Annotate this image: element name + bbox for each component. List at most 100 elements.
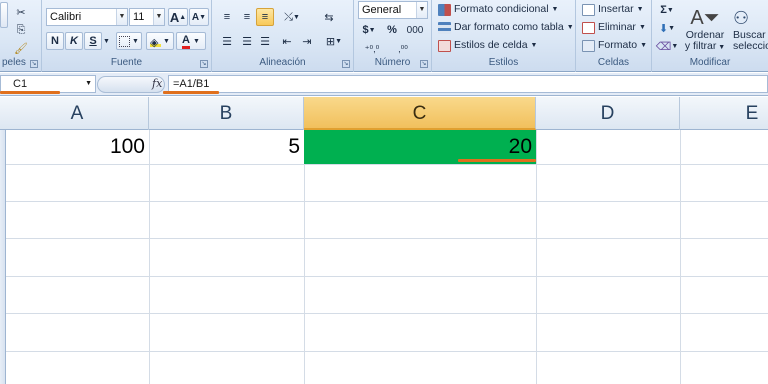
grid-line [6, 276, 768, 277]
underline-button[interactable]: S [84, 32, 102, 50]
align-left-icon[interactable]: ☰ [218, 32, 236, 50]
chevron-down-icon[interactable]: ▼ [102, 32, 111, 50]
column-header-e[interactable]: E [680, 97, 768, 130]
font-launcher-icon[interactable]: ↘ [200, 60, 208, 68]
font-color-icon: A [182, 34, 190, 49]
grid-line [6, 164, 768, 165]
find-select-button[interactable]: ⚇ Buscar seleccio [730, 1, 768, 57]
font-name-value: Calibri [50, 11, 82, 23]
column-header-a[interactable]: A [6, 97, 149, 130]
format-button[interactable]: Formato ▼ [582, 37, 647, 54]
font-group-label: Fuente [110, 57, 143, 68]
column-header-b[interactable]: B [149, 97, 304, 130]
borders-icon [119, 35, 131, 47]
grid-line [149, 130, 150, 384]
align-right-icon[interactable]: ☰ [256, 32, 274, 50]
ribbon: ✂ ⎘ 🖌 peles ↘ Calibri ▼ 11 ▼ A ▲ A ▼ N K S… [0, 0, 768, 72]
conditional-format-label: Formato condicional [454, 3, 549, 15]
column-headers: A B C D E [0, 97, 768, 130]
cut-icon[interactable]: ✂ [14, 3, 28, 21]
format-painter-icon[interactable]: 🖌 [14, 39, 28, 57]
name-box-value: C1 [13, 78, 28, 90]
insert-function-icon[interactable]: fx [152, 77, 162, 90]
cell-styles-button[interactable]: Estilos de celda ▼ [438, 37, 537, 54]
align-center-icon[interactable]: ☰ [238, 32, 256, 50]
number-group: General ▼ $ ▼ % 000 ⁺⁰,⁰ ,⁰⁰ Número ↘ [354, 0, 432, 72]
chevron-down-icon[interactable]: ▼ [153, 9, 164, 25]
autosum-button[interactable]: Σ ▼ [656, 1, 678, 19]
percent-button[interactable]: % [384, 21, 400, 39]
font-name-combo[interactable]: Calibri ▼ [46, 8, 128, 26]
bold-button[interactable]: N [46, 32, 64, 50]
alignment-launcher-icon[interactable]: ↘ [342, 60, 350, 68]
grid-line [6, 313, 768, 314]
paste-button[interactable] [0, 2, 8, 28]
editing-group-label: Modificar [689, 57, 731, 68]
formula-value: =A1/B1 [173, 78, 210, 90]
worksheet-grid[interactable]: 100 5 20 [0, 130, 768, 384]
cell-a1[interactable]: 100 [6, 130, 149, 164]
clear-icon[interactable]: ⌫ ▼ [656, 37, 679, 55]
alignment-group-label: Alineación [259, 57, 306, 68]
number-format-value: General [362, 4, 402, 16]
grid-line [680, 130, 681, 384]
cells-group: Insertar ▼ Eliminar ▼ Formato ▼ Celdas [576, 0, 652, 72]
delete-label: Eliminar [598, 21, 636, 33]
insert-button[interactable]: Insertar ▼ [582, 1, 644, 18]
orientation-icon[interactable]: ⤯ ▼ [278, 8, 306, 26]
grow-font-button[interactable]: A ▲ [168, 8, 188, 26]
grow-font-label: A [169, 9, 180, 25]
table-icon [438, 21, 451, 34]
formula-input[interactable]: =A1/B1 [168, 75, 768, 93]
format-label: Formato [598, 39, 638, 51]
clipboard-launcher-icon[interactable]: ↘ [30, 60, 38, 68]
decrease-indent-icon[interactable]: ⇤ [278, 32, 296, 50]
column-header-d[interactable]: D [536, 97, 680, 130]
chevron-down-icon[interactable]: ▼ [85, 76, 92, 92]
grid-line [536, 130, 537, 384]
chevron-down-icon[interactable]: ▼ [416, 2, 427, 18]
shrink-font-button[interactable]: A ▼ [189, 8, 209, 26]
insert-icon [582, 3, 595, 16]
clipboard-group: ✂ ⎘ 🖌 peles ↘ [0, 0, 42, 72]
cells-group-label: Celdas [597, 57, 630, 68]
currency-button[interactable]: $ ▼ [358, 21, 380, 39]
number-launcher-icon[interactable]: ↘ [420, 60, 428, 68]
insert-label: Insertar [598, 3, 634, 15]
chevron-down-icon[interactable]: ▼ [116, 9, 127, 25]
column-header-c[interactable]: C [304, 97, 536, 130]
styles-group-label: Estilos [488, 57, 519, 68]
merge-center-icon[interactable]: ⊞ ▼ [320, 32, 348, 50]
cell-b1[interactable]: 5 [149, 130, 304, 164]
italic-button[interactable]: K [65, 32, 83, 50]
number-format-combo[interactable]: General ▼ [358, 1, 428, 19]
copy-icon[interactable]: ⎘ [14, 21, 28, 39]
fill-icon[interactable]: ⬇ ▼ [656, 19, 678, 37]
align-top-icon[interactable]: ≡ [218, 8, 236, 26]
align-bottom-icon[interactable]: ≡ [256, 8, 274, 26]
font-size-combo[interactable]: 11 ▼ [129, 8, 165, 26]
annotation-underline-namebox [0, 91, 60, 94]
conditional-format-icon [438, 3, 451, 16]
grid-line [6, 238, 768, 239]
delete-button[interactable]: Eliminar ▼ [582, 19, 646, 36]
sort-filter-button[interactable]: A⏷ Ordenar y filtrar ▼ [682, 1, 728, 57]
annotation-underline-formula [163, 91, 219, 94]
sigma-icon: Σ [660, 4, 667, 16]
cell-styles-label: Estilos de celda [454, 39, 528, 51]
thousands-button[interactable]: 000 [404, 21, 426, 39]
borders-button[interactable]: ▼ [116, 32, 142, 50]
annotation-underline-result [458, 159, 536, 162]
format-as-table-button[interactable]: Dar formato como tabla ▼ [438, 19, 574, 36]
formula-bar: C1 ▼ fx =A1/B1 [0, 73, 768, 96]
binoculars-icon: ⚇ [733, 8, 750, 28]
font-color-button[interactable]: A ▼ [176, 32, 206, 50]
wrap-text-icon[interactable]: ⇆ [320, 8, 338, 26]
fill-color-button[interactable]: ◈ ▼ [146, 32, 174, 50]
grid-line [6, 201, 768, 202]
align-middle-icon[interactable]: ≡ [238, 8, 256, 26]
find-label-line2: seleccio [733, 40, 768, 52]
styles-group: Formato condicional ▼ Dar formato como ta… [432, 0, 576, 72]
conditional-format-button[interactable]: Formato condicional ▼ [438, 1, 558, 18]
increase-indent-icon[interactable]: ⇥ [298, 32, 316, 50]
